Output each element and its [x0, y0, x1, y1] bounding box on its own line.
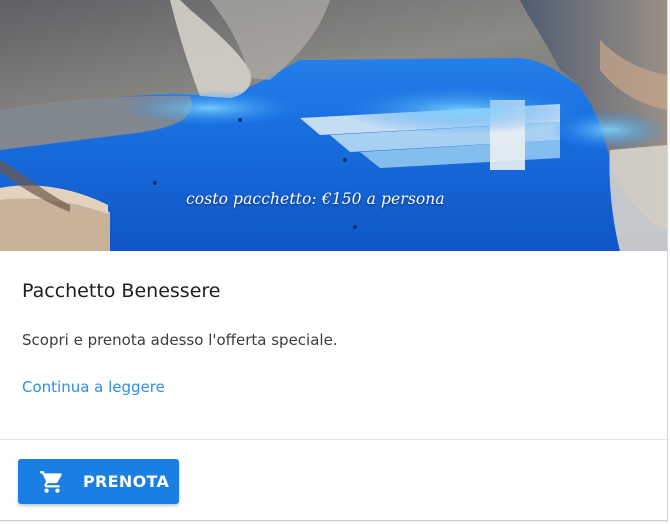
book-button-label: PRENOTA: [83, 472, 170, 491]
price-caption: costo pacchetto: €150 a persona: [186, 190, 445, 208]
offer-card: costo pacchetto: €150 a persona Pacchett…: [0, 0, 668, 521]
card-title: Pacchetto Benessere: [22, 280, 221, 302]
read-more-link[interactable]: Continua a leggere: [22, 378, 165, 396]
pool-illustration: [0, 0, 667, 251]
book-button[interactable]: PRENOTA: [18, 459, 179, 504]
hero-image: costo pacchetto: €150 a persona: [0, 0, 667, 251]
card-description: Scopri e prenota adesso l'offerta specia…: [22, 331, 338, 349]
actions-divider: [0, 439, 667, 440]
cart-icon: [40, 470, 62, 493]
